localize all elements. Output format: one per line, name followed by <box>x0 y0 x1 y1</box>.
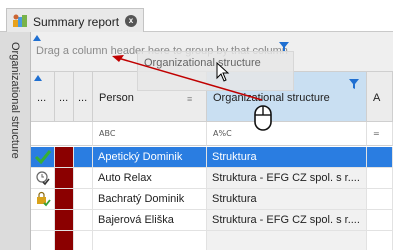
mouse-device-icon <box>254 105 272 131</box>
drag-annotation-arrow <box>112 55 263 101</box>
mouse-pointer-icon <box>216 62 230 82</box>
